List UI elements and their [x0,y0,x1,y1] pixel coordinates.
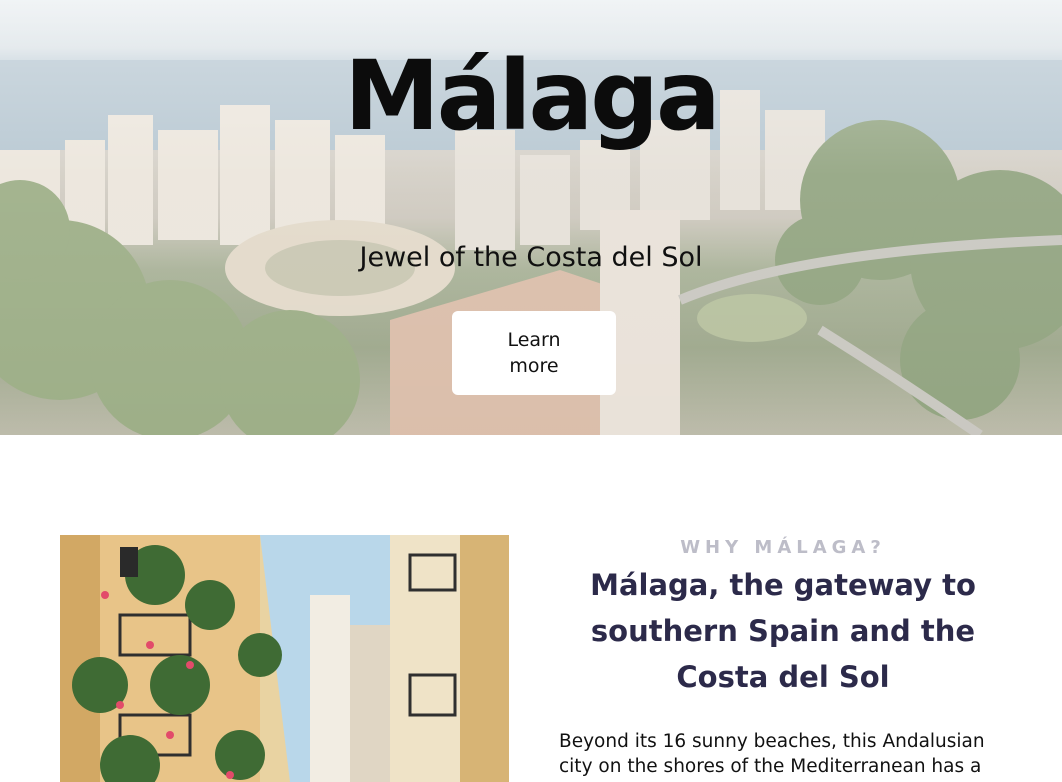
hero-subtitle: Jewel of the Costa del Sol [359,242,703,273]
section-body-text: Beyond its 16 sunny beaches, this Andalu… [559,731,985,777]
hero-title: Málaga [344,40,721,152]
learn-more-button[interactable]: Learn more [452,311,616,395]
section-eyebrow: WHY MÁLAGA? [680,537,886,558]
section-heading: Málaga, the gateway to southern Spain an… [590,568,976,694]
street-photo [60,535,509,782]
hero-section: Málaga Jewel of the Costa del Sol Learn … [0,0,1062,435]
